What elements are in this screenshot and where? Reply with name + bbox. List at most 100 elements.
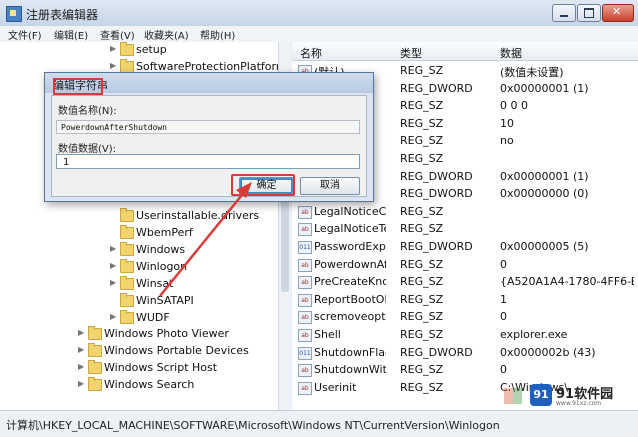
registry-value-row[interactable]: abPreCreateKno... REG_SZ {A520A1A4-1780-4F…: [292, 273, 638, 291]
registry-value-row[interactable]: abLegalNoticeText REG_SZ: [292, 220, 638, 238]
menu-file[interactable]: 文件(F): [8, 27, 42, 42]
status-bar: 计算机\HKEY_LOCAL_MACHINE\SOFTWARE\Microsof…: [0, 410, 638, 437]
tree-node-label: Windows Script Host: [104, 361, 218, 374]
expand-arrow-icon[interactable]: ▶: [110, 44, 118, 54]
value-data: 0: [500, 310, 507, 324]
value-type: REG_SZ: [400, 134, 444, 148]
value-data-label: 数值数据(V):: [58, 144, 117, 155]
registry-value-row[interactable]: abscremoveoption REG_SZ 0: [292, 308, 638, 326]
value-type: REG_SZ: [400, 310, 444, 324]
value-data: 0x00000001 (1): [500, 81, 589, 95]
value-type: REG_DWORD: [400, 345, 473, 359]
value-type: REG_SZ: [400, 275, 444, 289]
reg-string-icon: ab: [298, 293, 312, 307]
value-type: REG_SZ: [400, 328, 444, 341]
menu-help[interactable]: 帮助(H): [200, 27, 235, 42]
dialog-body: 数值名称(N): PowerdownAfterShutdown 数值数据(V):…: [51, 95, 367, 197]
maximize-button[interactable]: [577, 4, 601, 22]
value-name: ShutdownWith...: [314, 363, 386, 377]
reg-string-icon: ab: [298, 364, 312, 378]
close-button[interactable]: [602, 4, 634, 22]
value-data: 0: [500, 257, 507, 271]
value-data: 0x0000002b (43): [500, 345, 596, 359]
cancel-button[interactable]: 取消: [300, 177, 360, 195]
value-data: 10: [500, 116, 514, 130]
registry-value-row[interactable]: abLegalNoticeCa... REG_SZ: [292, 203, 638, 221]
expand-arrow-icon[interactable]: ▶: [78, 328, 86, 338]
expand-arrow-icon[interactable]: ▶: [78, 362, 86, 372]
reg-dword-icon: 011: [298, 346, 312, 360]
value-type: REG_DWORD: [400, 81, 473, 95]
reg-string-icon: ab: [298, 381, 312, 395]
ok-button-highlight-box: [231, 174, 295, 196]
value-data: (数值未设置): [500, 66, 564, 79]
folder-icon: [120, 293, 134, 307]
value-data: 0x00000005 (5): [500, 240, 589, 253]
folder-icon: [120, 225, 134, 239]
registry-value-row[interactable]: abShutdownWith... REG_SZ 0: [292, 361, 638, 379]
windows-logo-icon: [504, 388, 522, 404]
value-type: REG_DWORD: [400, 169, 473, 183]
value-type: REG_SZ: [400, 99, 444, 113]
folder-icon: [120, 42, 134, 56]
value-data: {A520A1A4-1780-4FF6-BD: [500, 275, 634, 289]
expand-arrow-icon[interactable]: ▶: [110, 261, 118, 271]
value-data: 0x00000001 (1): [500, 169, 589, 183]
registry-value-row[interactable]: 011PasswordExpir... REG_DWORD 0x00000005 (…: [292, 238, 638, 256]
expand-arrow-icon[interactable]: ▶: [110, 312, 118, 322]
menu-view[interactable]: 查看(V): [100, 27, 135, 42]
reg-string-icon: ab: [298, 276, 312, 290]
watermark-url: www.91xz.com: [556, 400, 602, 407]
registry-value-row[interactable]: ab ReportBootOk REG_SZ 1: [292, 291, 638, 309]
value-name: ShutdownFlags: [314, 345, 386, 359]
reg-dword-icon: 011: [298, 241, 312, 254]
value-type: REG_SZ: [400, 152, 444, 165]
value-type: REG_SZ: [400, 363, 444, 377]
title-bar: 注册表编辑器: [0, 0, 638, 27]
registry-value-row[interactable]: abPowerdownAft... REG_SZ 0: [292, 256, 638, 274]
expand-arrow-icon[interactable]: ▶: [110, 244, 118, 254]
value-type: REG_SZ: [400, 64, 444, 77]
value-data: 0x00000000 (0): [500, 187, 589, 201]
value-name: LegalNoticeText: [314, 222, 386, 236]
list-header: 名称 类型 数据: [292, 42, 638, 61]
expand-arrow-icon[interactable]: ▶: [110, 278, 118, 288]
folder-icon: [88, 343, 102, 357]
value-name: ReportBootOk: [314, 292, 386, 306]
tree-node-label: Windows Search: [104, 378, 195, 391]
folder-icon: [120, 242, 134, 256]
expand-arrow-icon[interactable]: ▶: [78, 345, 86, 355]
value-type: REG_SZ: [400, 257, 444, 271]
value-name: PasswordExpir...: [314, 240, 386, 253]
value-data: 0 0 0: [500, 99, 528, 113]
value-data: 1: [500, 292, 507, 306]
expand-arrow-icon[interactable]: ▶: [110, 61, 118, 71]
registry-value-row[interactable]: 011ShutdownFlags REG_DWORD 0x0000002b (43): [292, 344, 638, 362]
value-type: REG_SZ: [400, 204, 444, 218]
tree-node-label: Windows Photo Viewer: [104, 327, 229, 340]
reg-string-icon: ab: [298, 329, 312, 342]
value-type: REG_SZ: [400, 292, 444, 306]
column-header-name[interactable]: 名称: [300, 45, 322, 61]
value-data-highlight-box: [53, 78, 103, 95]
minimize-button[interactable]: [552, 4, 576, 22]
value-type: REG_SZ: [400, 116, 444, 130]
value-data-input[interactable]: 1: [56, 154, 360, 169]
tree-node-label: Windows Portable Devices: [104, 344, 249, 357]
tree-node-label: setup: [136, 43, 167, 56]
registry-value-row[interactable]: ab Shell REG_SZ explorer.exe: [292, 326, 638, 344]
value-name: Shell: [314, 328, 341, 341]
value-data: explorer.exe: [500, 328, 568, 341]
menu-edit[interactable]: 编辑(E): [54, 27, 88, 42]
window-title: 注册表编辑器: [26, 8, 99, 22]
column-header-type[interactable]: 类型: [400, 45, 422, 61]
tree-node-label: WbemPerf: [136, 226, 193, 239]
expand-arrow-icon[interactable]: ▶: [78, 379, 86, 389]
reg-string-icon: ab: [298, 223, 312, 237]
column-header-data[interactable]: 数据: [500, 45, 522, 61]
value-name-label: 数值名称(N):: [58, 106, 117, 117]
value-name: Userinit: [314, 380, 357, 394]
menu-favorites[interactable]: 收藏夹(A): [144, 27, 189, 42]
folder-icon: [120, 259, 134, 273]
reg-string-icon: ab: [298, 205, 312, 219]
